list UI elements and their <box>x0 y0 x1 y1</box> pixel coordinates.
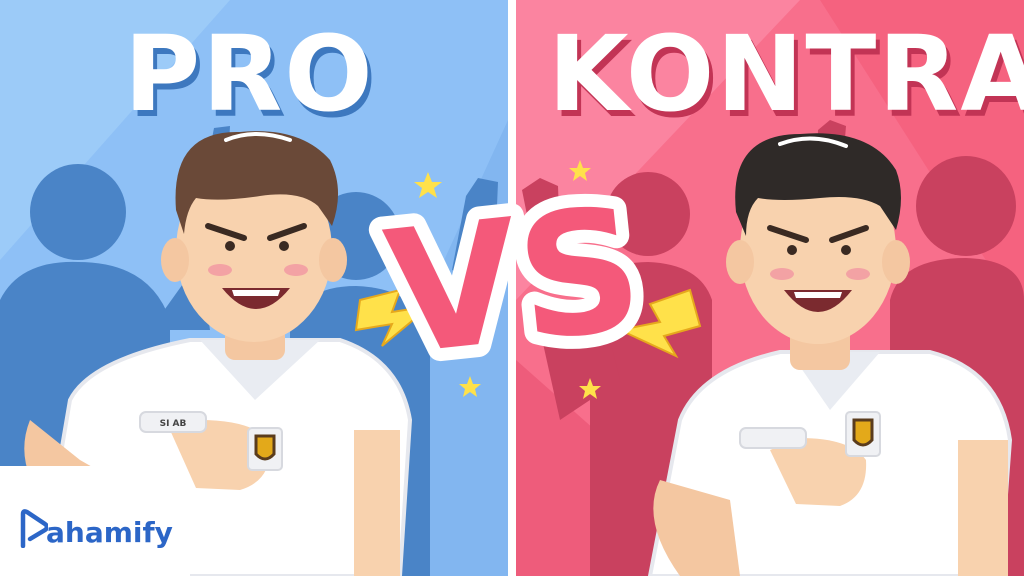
school-shield-icon <box>845 411 881 457</box>
vs-label: VS <box>378 170 651 393</box>
pahamify-p-play-icon <box>20 509 48 548</box>
logo-text: ahamify <box>46 516 173 549</box>
right-name-tag <box>739 427 807 449</box>
school-shield-icon <box>247 427 283 471</box>
left-name-tag-text: SI AB <box>160 419 187 429</box>
kontra-title: KONTRA <box>548 13 1024 135</box>
pahamify-logo: ahamify <box>18 504 173 548</box>
thumbnail-canvas: SI AB VS VS PRO KONTRA ahamify <box>0 0 1024 576</box>
pro-title: PRO <box>124 13 375 135</box>
